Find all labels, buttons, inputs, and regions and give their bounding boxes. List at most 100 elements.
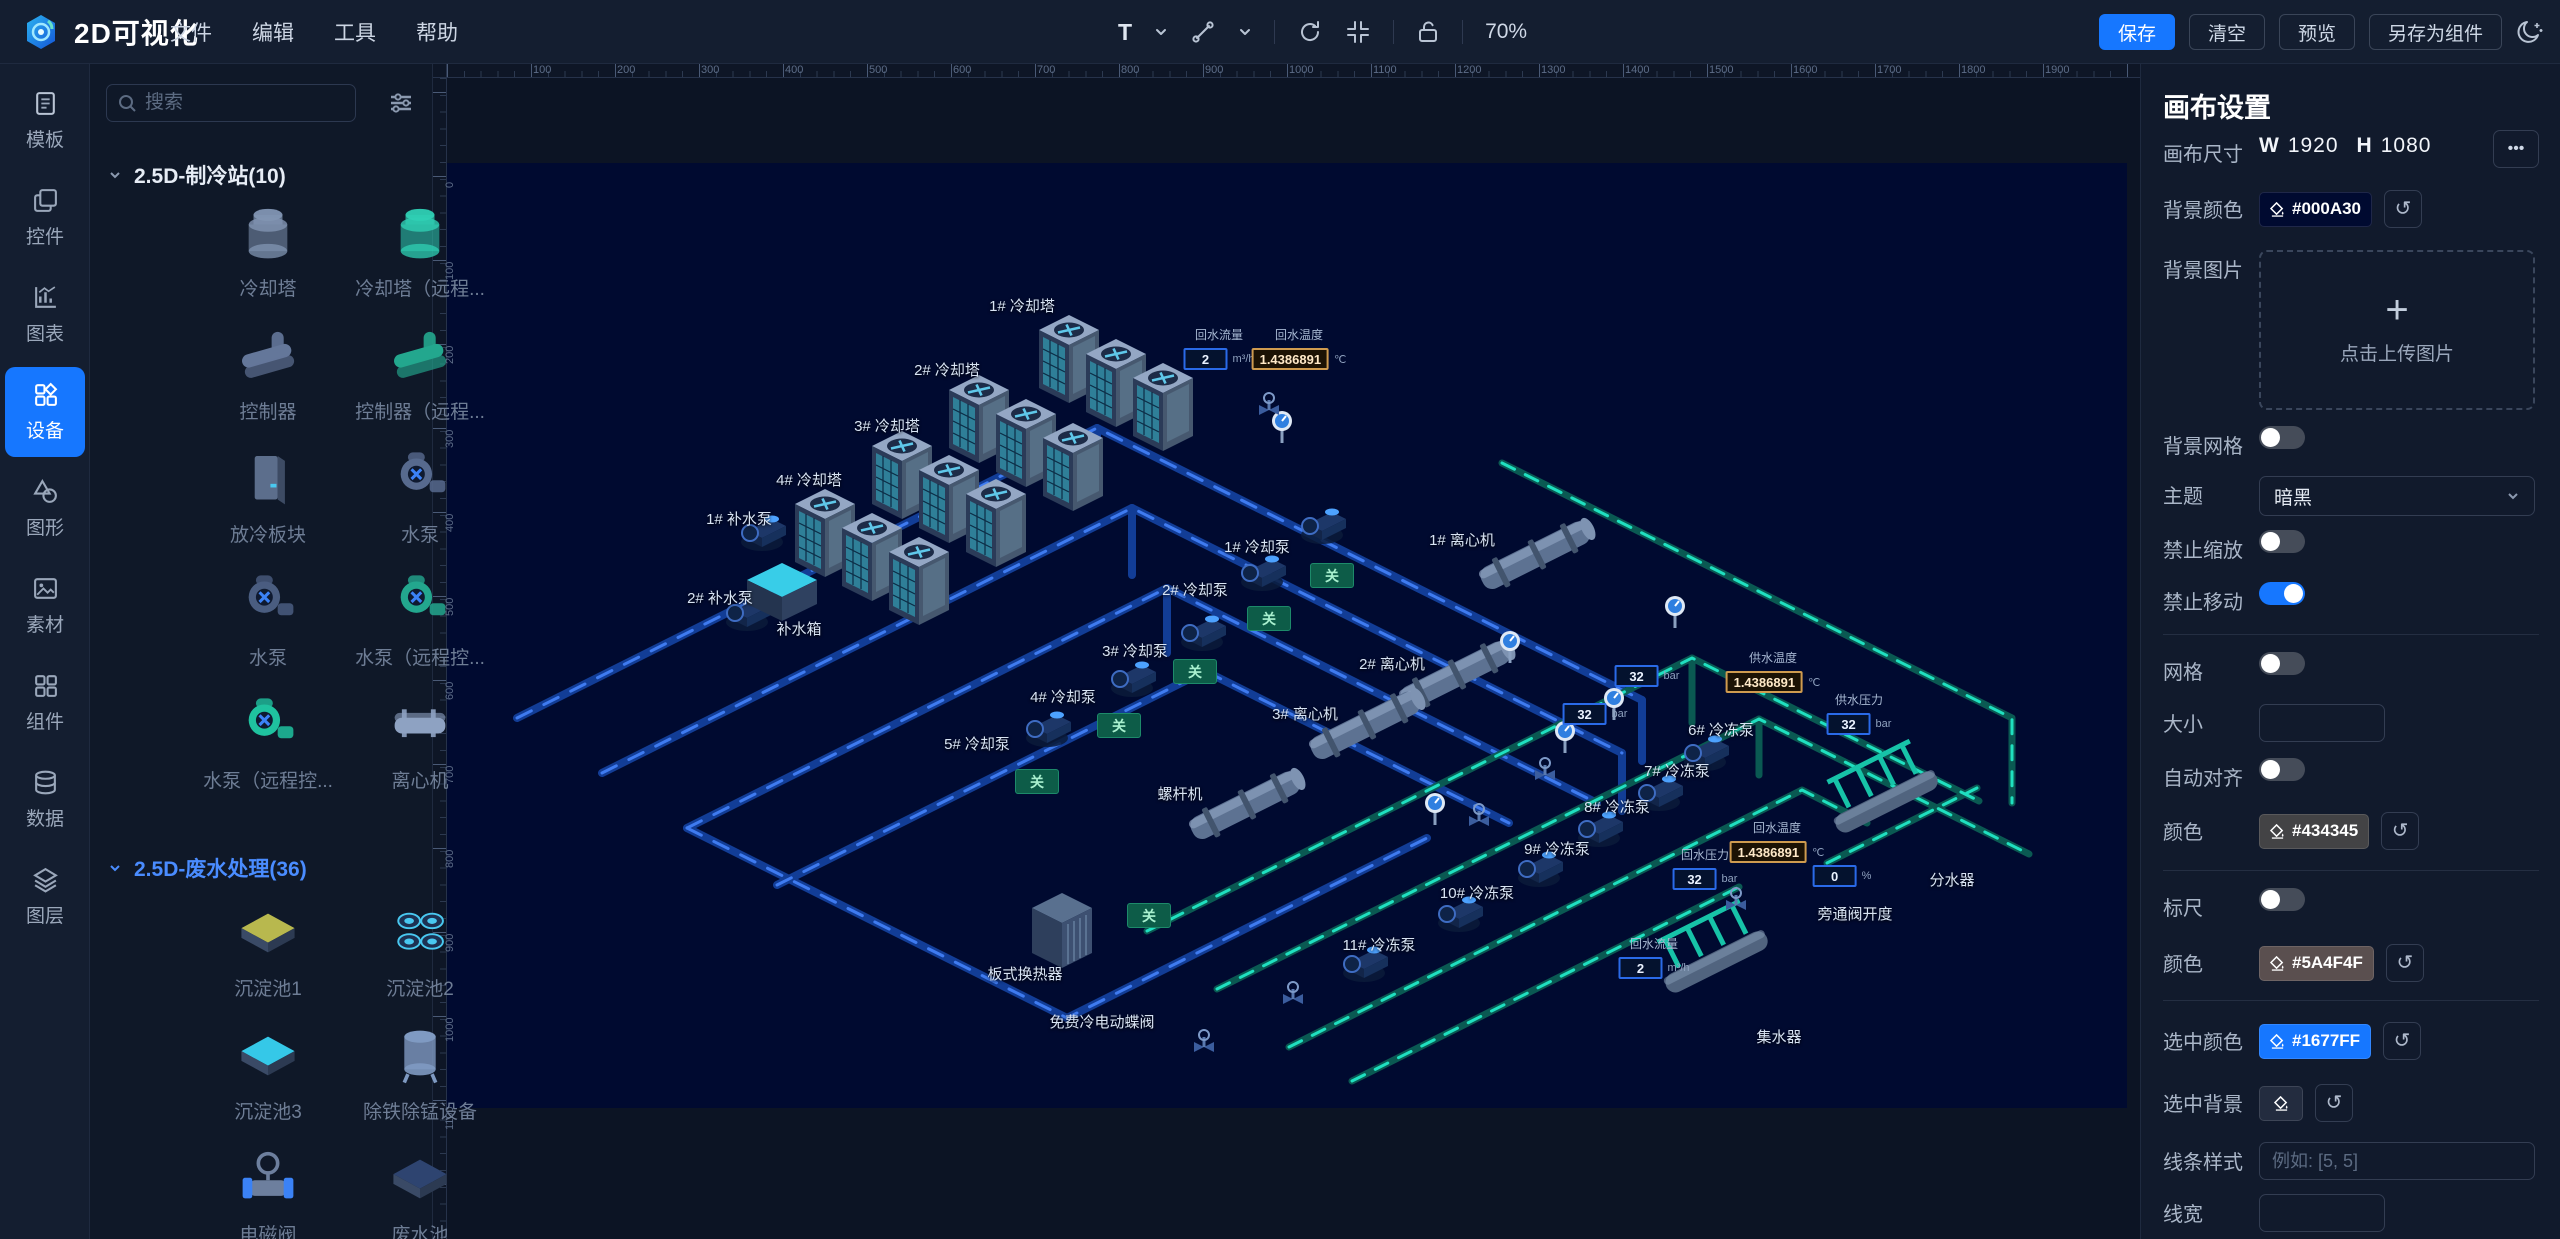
paint-bucket-icon: [2270, 1034, 2285, 1049]
category-wastewater[interactable]: 2.5D-废水处理(36): [108, 853, 307, 883]
sidebar-item-shapes[interactable]: 图形: [5, 464, 85, 554]
equipment-label: 7# 冷冻泵: [1644, 760, 1710, 781]
bg-image-upload[interactable]: + 点击上传图片: [2259, 250, 2535, 410]
sensor-readout: 回水温度 1.4386891℃: [1730, 819, 1825, 863]
ruler-color-chip[interactable]: #5A4F4F: [2259, 946, 2374, 981]
devices-icon: [32, 381, 59, 408]
reset-icon[interactable]: ↺: [2381, 812, 2419, 850]
theme-select[interactable]: 暗黑: [2259, 476, 2535, 516]
grid-size-input[interactable]: [2259, 704, 2385, 742]
image-icon: [32, 575, 59, 602]
filter-icon[interactable]: [386, 88, 416, 118]
category-refrigeration[interactable]: 2.5D-制冷站(10): [108, 160, 286, 190]
text-tool-button[interactable]: T: [1118, 19, 1132, 46]
search-box[interactable]: [106, 84, 356, 122]
menu-file[interactable]: 文件: [170, 17, 212, 47]
sidebar-item-layers[interactable]: 图层: [5, 852, 85, 942]
save-button[interactable]: 保存: [2099, 14, 2175, 50]
shapes-icon: [32, 478, 59, 505]
bg-grid-toggle[interactable]: [2259, 426, 2305, 449]
dark-mode-toggle-icon[interactable]: [2516, 18, 2544, 46]
menu-help[interactable]: 帮助: [416, 17, 458, 47]
library-item[interactable]: 放冷板块: [198, 450, 338, 568]
status-badge: 关: [1015, 769, 1059, 794]
reset-icon[interactable]: ↺: [2315, 1084, 2353, 1122]
library-item[interactable]: 冷却塔（远程...: [350, 204, 490, 322]
bg-color-chip[interactable]: #000A30: [2259, 192, 2372, 227]
status-badge: 关: [1247, 606, 1291, 631]
equipment-label: 旁通阀开度: [1817, 903, 1892, 924]
library-item[interactable]: 废水池: [350, 1150, 490, 1239]
status-badge: 关: [1097, 713, 1141, 738]
selected-bg-chip[interactable]: [2259, 1086, 2303, 1121]
canvas-size-more-button[interactable]: •••: [2493, 130, 2539, 168]
sidebar-item-charts[interactable]: 图表: [5, 270, 85, 360]
search-input[interactable]: [145, 92, 345, 114]
sidebar-item-components[interactable]: 组件: [5, 658, 85, 748]
divider: [2163, 634, 2539, 635]
equipment-label: 4# 冷却塔: [776, 469, 842, 490]
zoom-level[interactable]: 70%: [1485, 20, 1527, 44]
equipment-label: 板式换热器: [987, 963, 1062, 984]
library-item[interactable]: 水泵: [350, 450, 490, 568]
sensor-readout: 32bar: [1563, 703, 1628, 725]
clear-button[interactable]: 清空: [2189, 14, 2265, 50]
library-item[interactable]: 水泵（远程控...: [198, 696, 338, 814]
line-style-input[interactable]: [2259, 1142, 2535, 1180]
ruler-toggle[interactable]: [2259, 888, 2305, 911]
sensor-readout: 0%: [1813, 865, 1872, 887]
disable-zoom-toggle[interactable]: [2259, 530, 2305, 553]
fit-view-button[interactable]: [1345, 19, 1371, 45]
paint-bucket-icon: [2270, 956, 2285, 971]
canvas-size-values: W1920H1080: [2259, 134, 2431, 158]
toolbar-divider: [1393, 20, 1394, 44]
paint-bucket-icon: [2274, 1096, 2289, 1111]
reset-icon[interactable]: ↺: [2383, 1022, 2421, 1060]
disable-move-toggle[interactable]: [2259, 582, 2305, 605]
equipment-label: 5# 冷却泵: [944, 733, 1010, 754]
canvas-settings-panel: 画布设置 画布尺寸 W1920H1080 ••• 背景颜色 #000A30 ↺ …: [2140, 64, 2560, 1239]
sidebar-item-templates[interactable]: 模板: [5, 76, 85, 166]
components-icon: [32, 672, 59, 699]
sidebar-item-data[interactable]: 数据: [5, 755, 85, 845]
canvas-page[interactable]: 1# 冷却塔 2# 冷却塔 3# 冷却塔 4# 冷却塔 1# 补水泵 2# 补水…: [447, 163, 2127, 1108]
sidebar-item-devices[interactable]: 设备: [5, 367, 85, 457]
library-item[interactable]: 沉淀池1: [198, 904, 338, 1022]
auto-align-toggle[interactable]: [2259, 758, 2305, 781]
library-item[interactable]: 控制器（远程...: [350, 327, 490, 445]
library-item[interactable]: 水泵（远程控...: [350, 573, 490, 691]
equipment-label: 3# 冷却塔: [854, 415, 920, 436]
text-tool-caret-icon[interactable]: [1154, 25, 1168, 39]
grid-color-chip[interactable]: #434345: [2259, 814, 2369, 849]
preview-button[interactable]: 预览: [2279, 14, 2355, 50]
equipment-label: 螺杆机: [1157, 783, 1202, 804]
line-width-input[interactable]: [2259, 1194, 2385, 1232]
grid-toggle[interactable]: [2259, 652, 2305, 675]
library-item[interactable]: 除铁除锰设备: [350, 1027, 490, 1145]
sidebar-item-widgets[interactable]: 控件: [5, 173, 85, 263]
sidebar-item-assets[interactable]: 素材: [5, 561, 85, 651]
reset-icon[interactable]: ↺: [2386, 944, 2424, 982]
selected-color-chip[interactable]: #1677FF: [2259, 1024, 2371, 1059]
library-item[interactable]: 水泵: [198, 573, 338, 691]
equipment-label: 1# 冷却泵: [1224, 536, 1290, 557]
toolbar-divider: [1462, 20, 1463, 44]
reset-icon[interactable]: ↺: [2384, 190, 2422, 228]
divider: [2163, 870, 2539, 871]
library-item[interactable]: 冷却塔: [198, 204, 338, 322]
line-tool-button[interactable]: [1190, 19, 1216, 45]
unlock-button[interactable]: [1416, 19, 1440, 45]
save-as-component-button[interactable]: 另存为组件: [2369, 14, 2502, 50]
library-item[interactable]: 离心机: [350, 696, 490, 814]
library-item[interactable]: 沉淀池3: [198, 1027, 338, 1145]
status-badge: 关: [1173, 659, 1217, 684]
library-item[interactable]: 控制器: [198, 327, 338, 445]
menu-tools[interactable]: 工具: [334, 17, 376, 47]
app-window: 2D可视化 文件 编辑 工具 帮助 T: [0, 0, 2560, 1239]
refresh-button[interactable]: [1297, 19, 1323, 45]
menu-edit[interactable]: 编辑: [252, 17, 294, 47]
paint-bucket-icon: [2270, 824, 2285, 839]
library-item[interactable]: 电磁阀: [198, 1150, 338, 1239]
line-tool-caret-icon[interactable]: [1238, 25, 1252, 39]
library-item[interactable]: 沉淀池2: [350, 904, 490, 1022]
